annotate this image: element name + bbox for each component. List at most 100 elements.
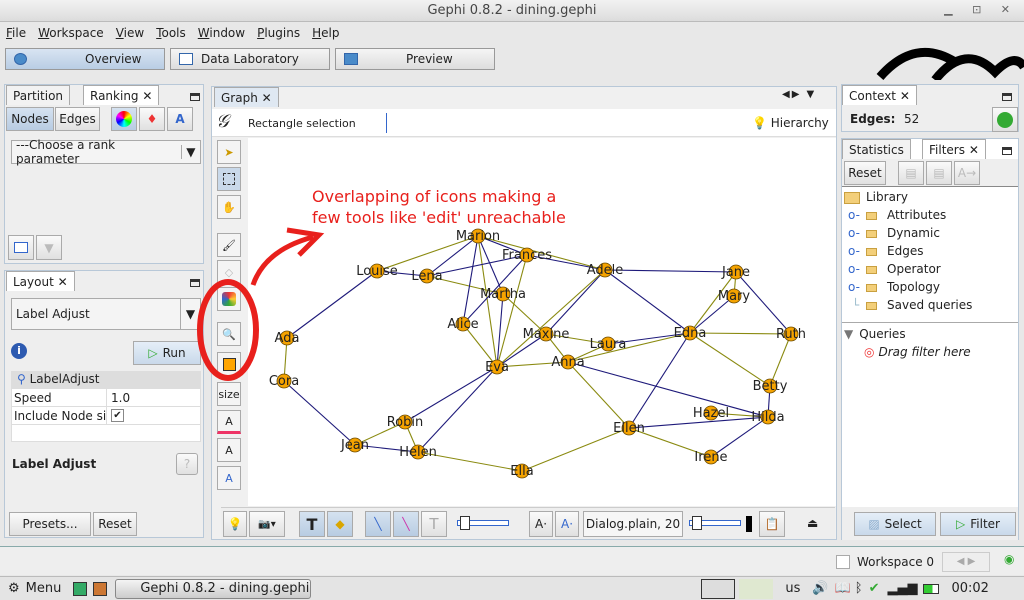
minimize-icon[interactable] <box>1002 147 1012 155</box>
export-icon[interactable]: ▤ <box>898 161 924 185</box>
pointer-tool[interactable]: ➤ <box>217 140 241 164</box>
close-icon[interactable]: ✕ <box>262 91 272 105</box>
context-pie-icon[interactable] <box>992 107 1018 132</box>
include-node-size-checkbox[interactable]: ✔ <box>111 409 124 422</box>
graph-edge[interactable] <box>417 366 498 453</box>
graph-edge[interactable] <box>567 361 769 418</box>
presets-button[interactable]: Presets... <box>9 512 91 536</box>
menu-workspace[interactable]: Workspace <box>38 22 104 44</box>
graph-edge[interactable] <box>567 332 691 363</box>
export-workspace-icon[interactable]: ▤ <box>926 161 952 185</box>
keyboard-layout[interactable]: us <box>785 581 800 596</box>
label-color-swatch[interactable] <box>746 516 752 532</box>
drag-hand-tool[interactable]: ✋ <box>217 195 241 219</box>
label-color-icon[interactable]: A <box>217 410 241 434</box>
close-icon[interactable]: ✕ <box>58 275 68 289</box>
minimize-icon[interactable] <box>1002 93 1012 101</box>
speed-field[interactable]: 1.0 <box>107 389 130 406</box>
layout-reset-button[interactable]: Reset <box>93 512 137 536</box>
graph-edge[interactable] <box>604 269 691 334</box>
run-button[interactable]: ▷ Run <box>133 341 201 365</box>
hull-icon[interactable]: ◆ <box>327 511 353 537</box>
library-node[interactable]: Library <box>844 188 1016 206</box>
library-item-saved-queries[interactable]: └ Saved queries <box>844 296 1016 314</box>
help-icon[interactable]: ? <box>176 453 198 475</box>
expand-toolbar-icon[interactable]: ⏏ <box>807 516 818 530</box>
label-color-icon[interactable]: A <box>167 107 193 131</box>
tab-graph[interactable]: Graph ✕ <box>214 87 279 107</box>
tab-statistics[interactable]: Statistics <box>842 139 911 159</box>
graph-edge[interactable] <box>545 269 606 335</box>
file-manager-icon[interactable] <box>73 581 88 596</box>
edge-weight-slider[interactable] <box>457 516 509 530</box>
battery-icon[interactable] <box>923 583 940 594</box>
select-button[interactable]: ▨ Select <box>854 512 936 536</box>
library-item-topology[interactable]: o- Topology <box>844 278 1016 296</box>
info-icon[interactable]: i <box>11 343 27 359</box>
filter-button[interactable]: ▷ Filter <box>940 512 1016 536</box>
results-list-icon[interactable] <box>8 235 34 260</box>
menu-view[interactable]: View <box>116 22 144 44</box>
diamond-size-icon[interactable]: ♦ <box>139 107 165 131</box>
tray-gephi-icon[interactable] <box>739 578 774 599</box>
taskbar-app-gephi[interactable]: Gephi 0.8.2 - dining.gephi <box>115 578 312 599</box>
show-edges-icon[interactable]: ╲ <box>365 511 391 537</box>
refresh-globe-icon[interactable]: ◉ <box>1004 552 1014 566</box>
hierarchy-button[interactable]: 💡 Hierarchy <box>752 116 829 130</box>
workspace-nav-arrows[interactable]: ◀ ▶ <box>942 552 990 572</box>
close-icon[interactable]: ✕ <box>142 89 152 103</box>
graph-edge[interactable] <box>628 332 691 429</box>
screenshot-camera-icon[interactable]: 📷▾ <box>249 511 285 537</box>
close-icon[interactable]: ✕ <box>900 89 910 103</box>
font-select[interactable]: Dialog.plain, 20 <box>583 511 683 537</box>
menu-help[interactable]: Help <box>312 22 339 44</box>
start-menu[interactable]: Menu <box>26 581 62 596</box>
font-size-slider[interactable] <box>689 516 741 530</box>
library-item-operator[interactable]: o- Operator <box>844 260 1016 278</box>
rectangle-selection-tool[interactable] <box>217 167 241 191</box>
menu-tools[interactable]: Tools <box>156 22 186 44</box>
graph-edge[interactable] <box>404 366 498 423</box>
font-color-icon[interactable]: A· <box>555 511 579 537</box>
workspace-label[interactable]: Workspace 0 <box>857 555 934 569</box>
show-labels-icon[interactable]: T <box>299 511 325 537</box>
preview-button[interactable]: Preview <box>335 48 495 70</box>
rank-parameter-select[interactable]: ---Choose a rank parameter ▼ <box>11 138 201 166</box>
graph-edge[interactable] <box>604 269 737 273</box>
color-wheel-icon[interactable] <box>111 107 137 131</box>
overview-button[interactable]: Overview <box>5 48 165 70</box>
tray-app-icon[interactable] <box>701 578 736 599</box>
window-controls[interactable]: ▁ ⊡ ✕ <box>944 3 1018 16</box>
data-laboratory-button[interactable]: Data Laboratory <box>170 48 330 70</box>
close-icon[interactable]: ✕ <box>969 143 979 157</box>
edge-color-icon[interactable]: ╲ <box>393 511 419 537</box>
graph-edge[interactable] <box>567 361 630 429</box>
tab-filters[interactable]: Filters ✕ <box>922 139 986 159</box>
bluetooth-icon[interactable]: ᛒ <box>855 581 863 596</box>
edge-labels-icon[interactable]: T <box>421 511 447 537</box>
tab-ranking[interactable]: Ranking ✕ <box>83 85 160 105</box>
drag-filter-dropzone[interactable]: ◎ Drag filter here <box>844 343 1016 361</box>
label-size-icon[interactable]: A <box>217 438 241 462</box>
menu-file[interactable]: File <box>6 22 26 44</box>
menu-window[interactable]: Window <box>198 22 245 44</box>
menu-plugins[interactable]: Plugins <box>257 22 300 44</box>
filters-reset-button[interactable]: Reset <box>844 161 886 185</box>
library-item-edges[interactable]: o- Edges <box>844 242 1016 260</box>
tab-context[interactable]: Context ✕ <box>842 85 917 105</box>
tab-scroll-arrows[interactable]: ◀▶ ▼ <box>782 89 816 100</box>
library-item-attributes[interactable]: o- Attributes <box>844 206 1016 224</box>
signal-icon[interactable]: ▂▄▆ <box>887 581 917 596</box>
book-icon[interactable]: 📖 <box>835 581 851 596</box>
tab-layout[interactable]: Layout ✕ <box>6 271 75 291</box>
layout-select[interactable]: Label Adjust ▼ <box>11 298 201 330</box>
filter-icon[interactable]: ▼ <box>36 235 62 260</box>
edges-tab[interactable]: Edges <box>55 107 100 131</box>
shield-check-icon[interactable]: ✔ <box>869 581 880 596</box>
font-icon[interactable]: A· <box>529 511 553 537</box>
app-launcher-icon[interactable] <box>93 581 108 596</box>
library-item-dynamic[interactable]: o- Dynamic <box>844 224 1016 242</box>
clipboard-icon[interactable]: 📋 <box>759 511 785 537</box>
label-spacing-icon[interactable]: A <box>217 466 241 490</box>
lightbulb-icon[interactable]: 💡 <box>223 511 247 537</box>
